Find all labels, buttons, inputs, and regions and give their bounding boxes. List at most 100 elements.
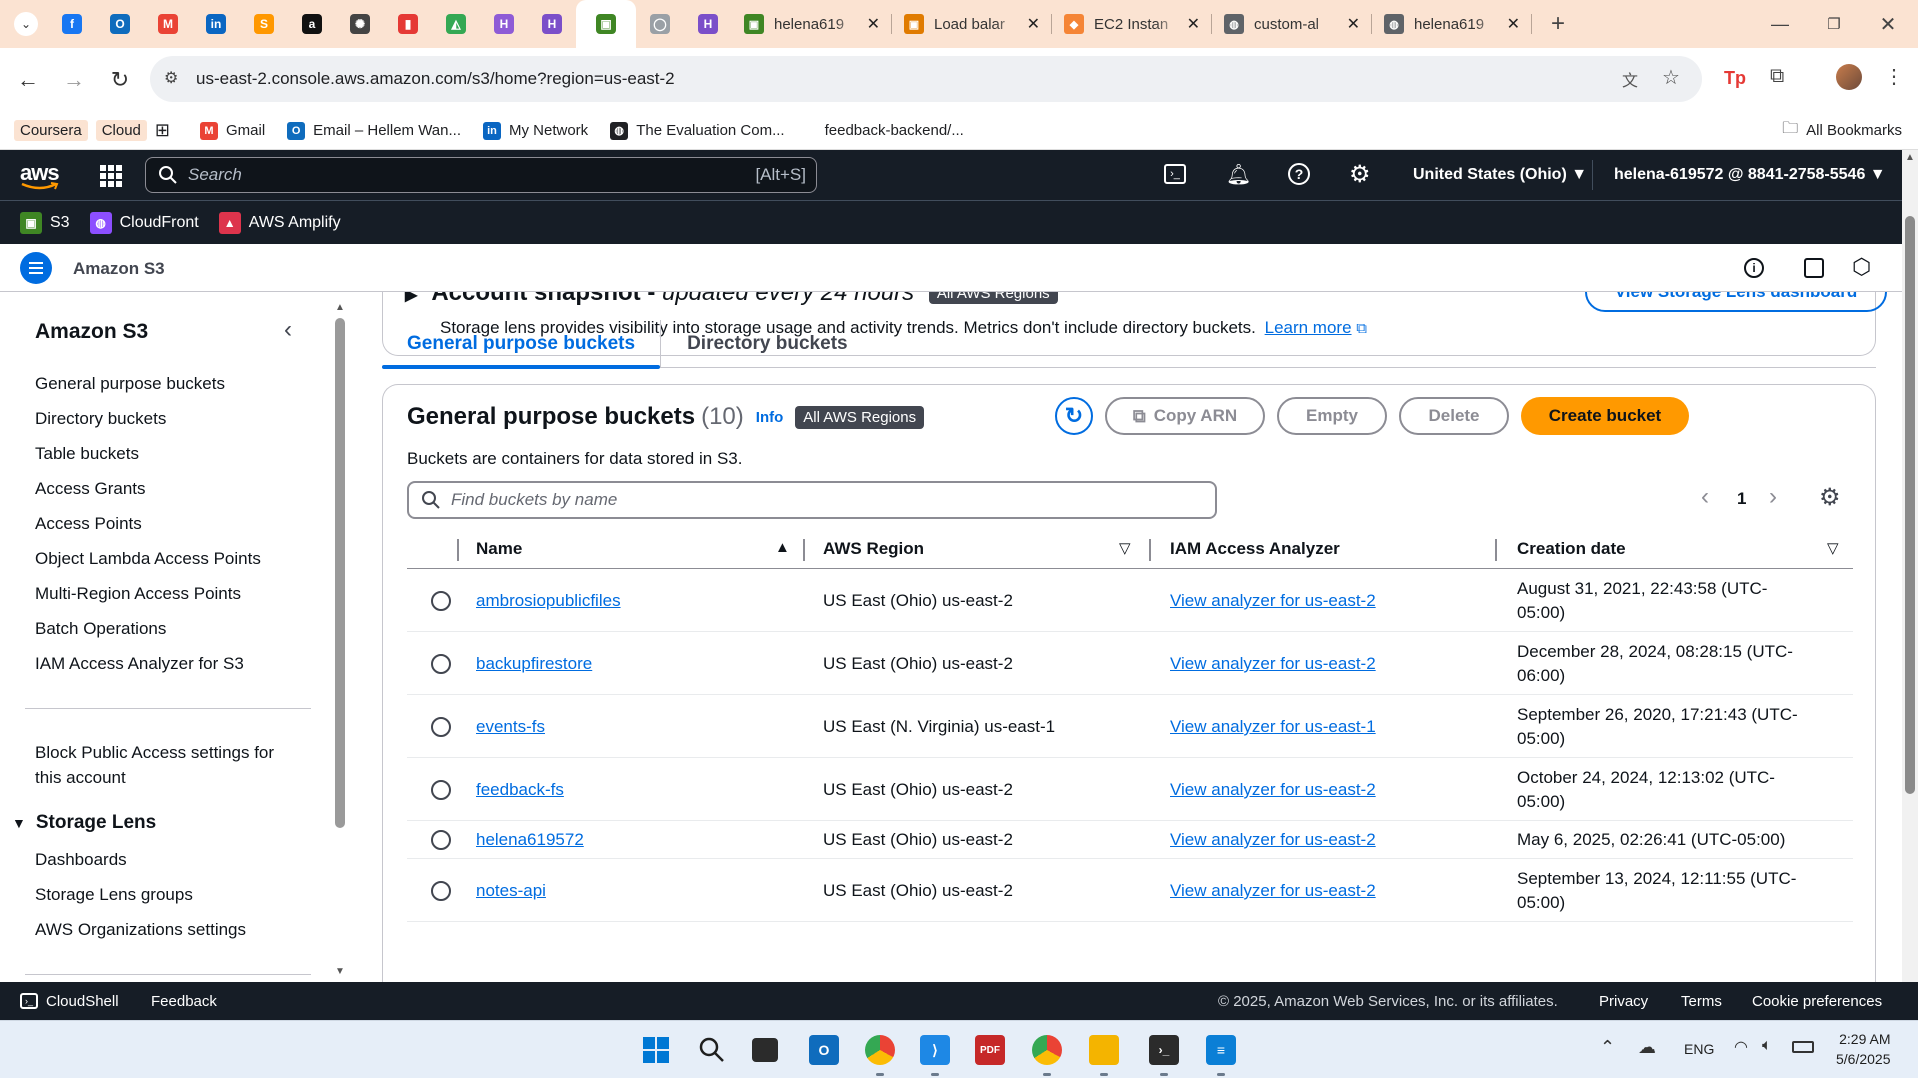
task-view-icon[interactable] xyxy=(752,1038,778,1062)
terms-link[interactable]: Terms xyxy=(1681,993,1722,1010)
bookmark-item[interactable]: Cloud xyxy=(95,120,147,141)
bucket-name-link[interactable]: ambrosiopublicfiles xyxy=(476,591,621,611)
table-row[interactable]: notes-api US East (Ohio) us-east-2 View an… xyxy=(407,859,1853,922)
battery-icon[interactable] xyxy=(1792,1041,1814,1053)
close-tab-icon[interactable]: ✕ xyxy=(1347,14,1360,34)
services-grid-icon[interactable] xyxy=(100,165,122,187)
chrome-profile-taskbar-icon[interactable] xyxy=(1032,1035,1062,1065)
sidebar-item[interactable]: General purpose buckets xyxy=(35,374,225,394)
volume-icon[interactable]: 🔈︎ xyxy=(1762,1037,1772,1055)
chrome-taskbar-icon[interactable] xyxy=(865,1035,895,1065)
service-name[interactable]: Amazon S3 xyxy=(73,259,165,279)
collapse-sidebar-icon[interactable]: ‹ xyxy=(284,316,292,344)
pinned-tab[interactable]: ▮ xyxy=(384,0,432,48)
cloudshell-icon[interactable]: ›_ xyxy=(1164,164,1186,184)
column-header-date[interactable]: Creation date xyxy=(1517,539,1626,559)
aws-search-input[interactable]: Search [Alt+S] xyxy=(145,157,817,193)
sort-icon[interactable]: ▽ xyxy=(1827,539,1839,557)
tab-general-purpose-buckets[interactable]: General purpose buckets xyxy=(382,320,662,369)
table-row[interactable]: backupfirestore US East (Ohio) us-east-2 V… xyxy=(407,632,1853,695)
table-row[interactable]: ambrosiopublicfiles US East (Ohio) us-eas… xyxy=(407,569,1853,632)
favorite-service[interactable]: ◍ CloudFront xyxy=(89,211,199,234)
onedrive-icon[interactable]: ☁ xyxy=(1638,1037,1656,1058)
region-selector[interactable]: United States (Ohio) ▼ xyxy=(1413,166,1587,184)
sidebar-item[interactable]: Access Grants xyxy=(35,479,146,499)
info-panel-icon[interactable]: i xyxy=(1744,258,1764,278)
pinned-tab[interactable]: S xyxy=(240,0,288,48)
row-select-radio[interactable] xyxy=(431,830,451,850)
view-analyzer-link[interactable]: View analyzer for us-east-2 xyxy=(1170,591,1376,611)
bookmark-item[interactable]: feedback-backend/... xyxy=(825,122,964,139)
pinned-tab[interactable]: H xyxy=(480,0,528,48)
bucket-name-link[interactable]: notes-api xyxy=(476,881,546,901)
profile-avatar[interactable] xyxy=(1836,64,1862,90)
sidebar-item[interactable]: IAM Access Analyzer for S3 xyxy=(35,654,244,674)
empty-button[interactable]: Empty xyxy=(1277,397,1387,435)
table-row[interactable]: events-fs US East (N. Virginia) us-east-1… xyxy=(407,695,1853,758)
tab-search-dropdown-icon[interactable]: ⌄ xyxy=(14,12,38,36)
bucket-name-link[interactable]: events-fs xyxy=(476,717,545,737)
extension-tp-icon[interactable]: Tp xyxy=(1724,68,1746,89)
pinned-tab[interactable]: ✺ xyxy=(336,0,384,48)
bookmark-item[interactable]: O Email – Hellem Wan... xyxy=(287,121,461,140)
close-tab-icon[interactable]: ✕ xyxy=(867,14,880,34)
aws-logo[interactable]: aws xyxy=(20,160,62,190)
copy-arn-button[interactable]: ⧉ Copy ARN xyxy=(1105,397,1265,435)
storage-lens-item[interactable]: Dashboards xyxy=(35,850,127,870)
info-link[interactable]: Info xyxy=(756,409,784,426)
pinned-tab[interactable]: f xyxy=(48,0,96,48)
view-analyzer-link[interactable]: View analyzer for us-east-2 xyxy=(1170,881,1376,901)
show-hidden-icons-icon[interactable]: ⌃ xyxy=(1600,1037,1615,1058)
bookmark-item[interactable]: in My Network xyxy=(483,121,588,140)
view-storage-lens-dashboard-button[interactable]: View Storage Lens dashboard xyxy=(1585,292,1887,312)
favorite-service[interactable]: ▲ AWS Amplify xyxy=(218,211,341,234)
panel-toggle-icon[interactable] xyxy=(1804,258,1824,278)
url-text[interactable]: us-east-2.console.aws.amazon.com/s3/home… xyxy=(196,69,675,89)
reload-icon[interactable]: ↻ xyxy=(100,60,140,100)
close-tab-icon[interactable]: ✕ xyxy=(1187,14,1200,34)
help-icon[interactable]: ? xyxy=(1288,163,1310,185)
row-select-radio[interactable] xyxy=(431,717,451,737)
storage-lens-section-toggle[interactable]: ▼ Storage Lens xyxy=(12,812,156,834)
browser-tab[interactable]: ◍ helena619 ✕ xyxy=(1372,0,1532,48)
back-icon[interactable]: ← xyxy=(8,60,48,100)
all-bookmarks[interactable]: 🗀 All Bookmarks xyxy=(1782,117,1902,144)
menu-toggle-icon[interactable] xyxy=(20,252,52,284)
bookmark-star-icon[interactable]: ☆ xyxy=(1662,65,1680,90)
terminal-taskbar-icon[interactable]: ›_ xyxy=(1149,1035,1179,1065)
notifications-bell-icon[interactable]: 🔔︎ xyxy=(1226,162,1251,187)
browser-menu-icon[interactable]: ⋮ xyxy=(1884,64,1904,89)
create-bucket-button[interactable]: Create bucket xyxy=(1521,397,1689,435)
sidebar-item[interactable]: Batch Operations xyxy=(35,619,166,639)
cookie-preferences-link[interactable]: Cookie preferences xyxy=(1752,993,1882,1010)
column-header-name[interactable]: Name xyxy=(476,539,522,559)
bookmark-item[interactable]: M Gmail xyxy=(200,121,265,140)
account-menu[interactable]: helena-619572 @ 8841-2758-5546 ▼ xyxy=(1614,166,1886,184)
browser-tab[interactable]: ▣ Load balar ✕ xyxy=(892,0,1052,48)
pinned-tab[interactable]: H xyxy=(684,0,732,48)
table-row[interactable]: feedback-fs US East (Ohio) us-east-2 View … xyxy=(407,758,1853,821)
new-tab-button[interactable]: + xyxy=(1538,4,1578,44)
pinned-tab[interactable]: O xyxy=(96,0,144,48)
browser-tab[interactable]: ◆ EC2 Instan ✕ xyxy=(1052,0,1212,48)
forward-icon[interactable]: → xyxy=(54,60,94,100)
find-buckets-input[interactable]: Find buckets by name xyxy=(407,481,1217,519)
sidebar-title[interactable]: Amazon S3 xyxy=(35,320,148,344)
sidebar-item-block-public-access[interactable]: Block Public Access settings for this ac… xyxy=(35,740,274,790)
view-analyzer-link[interactable]: View analyzer for us-east-1 xyxy=(1170,717,1376,737)
page-scrollbar[interactable]: ▲ ▼ xyxy=(1902,150,1918,1020)
close-tab-icon[interactable]: ✕ xyxy=(1027,14,1040,34)
pinned-tab[interactable]: ◯ xyxy=(636,0,684,48)
view-analyzer-link[interactable]: View analyzer for us-east-2 xyxy=(1170,830,1376,850)
row-select-radio[interactable] xyxy=(431,780,451,800)
close-window-icon[interactable]: ✕ xyxy=(1860,0,1916,48)
row-select-radio[interactable] xyxy=(431,591,451,611)
sidebar-item[interactable]: Multi-Region Access Points xyxy=(35,584,241,604)
sidebar-item[interactable]: Directory buckets xyxy=(35,409,166,429)
hexagon-settings-icon[interactable]: ⬡ xyxy=(1852,254,1871,280)
sort-icon[interactable]: ▽ xyxy=(1119,539,1131,557)
column-header-region[interactable]: AWS Region xyxy=(823,539,924,559)
bookmark-item[interactable]: Coursera xyxy=(14,120,88,141)
vscode-taskbar-icon[interactable]: ⟩ xyxy=(920,1035,950,1065)
site-info-icon[interactable]: ⚙ xyxy=(164,68,178,88)
